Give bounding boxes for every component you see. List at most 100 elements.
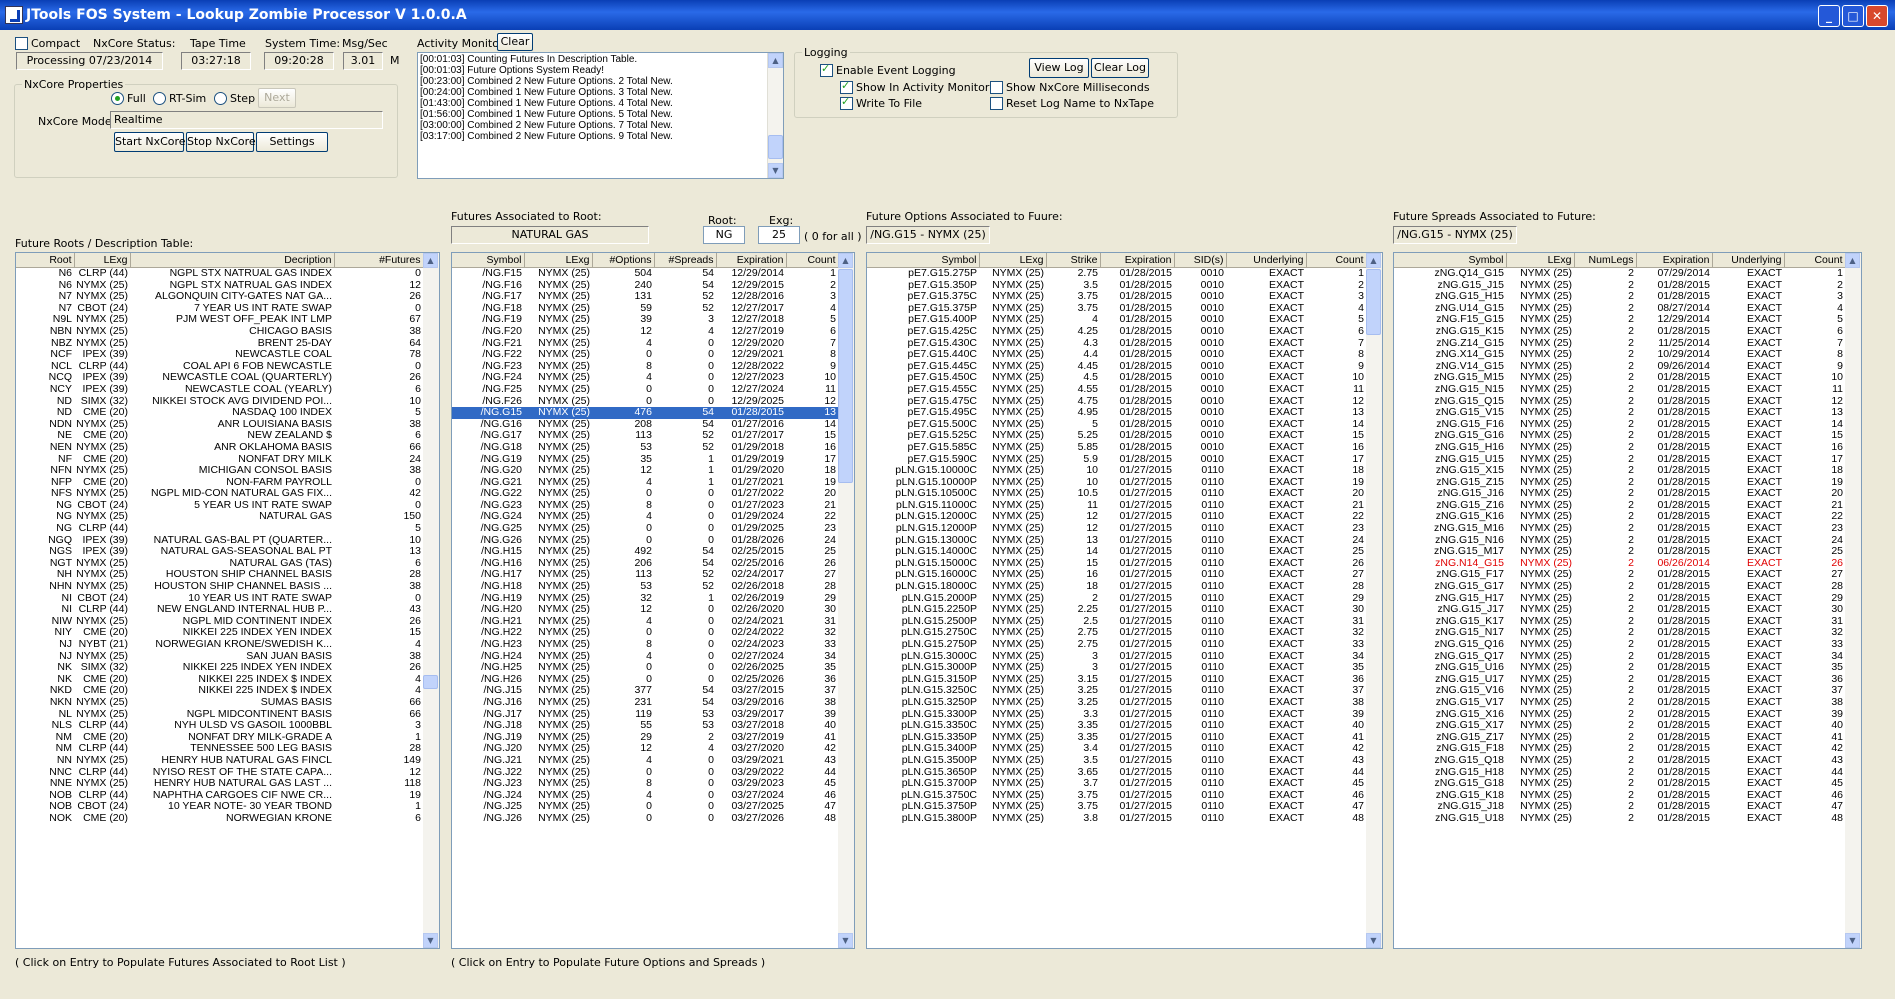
stop-nxcore-button[interactable]: Stop NxCore [186, 132, 256, 152]
table-row[interactable]: zNG.U14_G15 NYMX (25) 2 08/27/2014 EXACT 4 [1394, 303, 1845, 315]
table-row[interactable]: ND SIMX (32) NIKKEI STOCK AVG DIVIDEND POI… [16, 396, 423, 408]
scroll-up-icon[interactable]: ▲ [768, 53, 783, 68]
spreads-column-header[interactable]: Count [1784, 253, 1846, 268]
table-row[interactable]: pLN.G15.3000P NYMX (25) 3 01/27/2015 0110 EXA… [867, 662, 1366, 674]
table-row[interactable]: zNG.G15_U18 NYMX (25) 2 01/28/2015 EXACT 48 [1394, 813, 1845, 825]
table-row[interactable]: NJ NYMX (25) SAN JUAN BASIS 38 [16, 651, 423, 663]
table-row[interactable]: zNG.G15_G16 NYMX (25) 2 01/28/2015 EXACT 15 [1394, 430, 1845, 442]
options-column-header[interactable]: Underlying [1226, 253, 1307, 268]
table-row[interactable]: zNG.G15_G18 NYMX (25) 2 01/28/2015 EXACT 45 [1394, 778, 1845, 790]
table-row[interactable]: /NG.G22 NYMX (25) 0 0 01/27/2022 20 [452, 488, 838, 500]
table-row[interactable]: /NG.F15 NYMX (25) 504 54 12/29/2014 1 [452, 268, 838, 280]
mode-rtsim-radio[interactable] [153, 92, 166, 105]
reset-log-checkbox[interactable] [990, 97, 1003, 110]
table-row[interactable]: NIY CME (20) NIKKEI 225 INDEX YEN INDEX 15 [16, 627, 423, 639]
table-row[interactable]: pLN.G15.10000P NYMX (25) 10 01/27/2015 0110 E… [867, 477, 1366, 489]
spreads-scrollbar[interactable]: ▲ ▼ [1845, 253, 1861, 948]
table-row[interactable]: pLN.G15.3150P NYMX (25) 3.15 01/27/2015 0110… [867, 674, 1366, 686]
table-row[interactable]: /NG.H21 NYMX (25) 4 0 02/24/2021 31 [452, 616, 838, 628]
table-row[interactable]: /NG.G19 NYMX (25) 35 1 01/29/2019 17 [452, 454, 838, 466]
table-row[interactable]: NNC CLRP (44) NYISO REST OF THE STATE CAPA… [16, 767, 423, 779]
table-row[interactable]: /NG.G15 NYMX (25) 476 54 01/28/2015 13 [452, 407, 838, 419]
table-row[interactable]: zNG.G15_Z16 NYMX (25) 2 01/28/2015 EXACT 21 [1394, 500, 1845, 512]
table-row[interactable]: zNG.G15_H16 NYMX (25) 2 01/28/2015 EXACT 16 [1394, 442, 1845, 454]
table-row[interactable]: /NG.G25 NYMX (25) 0 0 01/29/2025 23 [452, 523, 838, 535]
table-row[interactable]: zNG.G15_K16 NYMX (25) 2 01/28/2015 EXACT 22 [1394, 511, 1845, 523]
table-row[interactable]: zNG.G15_V15 NYMX (25) 2 01/28/2015 EXACT 13 [1394, 407, 1845, 419]
scroll-down-icon[interactable]: ▼ [768, 163, 783, 178]
table-row[interactable]: NHN NYMX (25) HOUSTON SHIP CHANNEL BASIS .… [16, 581, 423, 593]
roots-column-header[interactable]: Decription [130, 253, 335, 268]
activity-scrollbar[interactable]: ▲ ▼ [767, 53, 783, 178]
table-row[interactable]: zNG.G15_X17 NYMX (25) 2 01/28/2015 EXACT 40 [1394, 720, 1845, 732]
table-row[interactable]: zNG.G15_U16 NYMX (25) 2 01/28/2015 EXACT 35 [1394, 662, 1845, 674]
table-row[interactable]: pLN.G15.10500C NYMX (25) 10.5 01/27/2015 011… [867, 488, 1366, 500]
scroll-up-icon[interactable]: ▲ [423, 253, 438, 268]
table-row[interactable]: /NG.G21 NYMX (25) 4 1 01/27/2021 19 [452, 477, 838, 489]
table-row[interactable]: pLN.G15.3250P NYMX (25) 3.25 01/27/2015 0110… [867, 697, 1366, 709]
table-row[interactable]: NFP CME (20) NON-FARM PAYROLL 0 [16, 477, 423, 489]
next-button[interactable]: Next [258, 88, 296, 108]
table-row[interactable]: N6 CLRP (44) NGPL STX NATRUAL GAS INDEX 0 [16, 268, 423, 280]
table-row[interactable]: pLN.G15.3350P NYMX (25) 3.35 01/27/2015 0110… [867, 732, 1366, 744]
table-row[interactable]: pE7.G15.450C NYMX (25) 4.5 01/28/2015 0010 EX… [867, 372, 1366, 384]
activity-monitor-list[interactable]: [00:01:03] Counting Futures In Descripti… [417, 52, 784, 179]
table-row[interactable]: zNG.G15_K18 NYMX (25) 2 01/28/2015 EXACT 46 [1394, 790, 1845, 802]
table-row[interactable]: /NG.H25 NYMX (25) 0 0 02/26/2025 35 [452, 662, 838, 674]
write-file-checkbox[interactable] [840, 95, 853, 110]
options-scrollbar[interactable]: ▲ ▼ [1366, 253, 1382, 948]
table-row[interactable]: zNG.G15_Q16 NYMX (25) 2 01/28/2015 EXACT 33 [1394, 639, 1845, 651]
table-row[interactable]: pLN.G15.3000C NYMX (25) 3 01/27/2015 0110 EXA… [867, 651, 1366, 663]
roots-column-header[interactable]: #Futures [334, 253, 424, 268]
table-row[interactable]: pLN.G15.15000C NYMX (25) 15 01/27/2015 0110 E… [867, 558, 1366, 570]
table-row[interactable]: zNG.G15_M15 NYMX (25) 2 01/28/2015 EXACT 10 [1394, 372, 1845, 384]
table-row[interactable]: /NG.F19 NYMX (25) 39 3 12/27/2018 5 [452, 314, 838, 326]
table-row[interactable]: /NG.J26 NYMX (25) 0 0 03/27/2026 48 [452, 813, 838, 825]
view-log-button[interactable]: View Log [1029, 58, 1089, 78]
clear-log-button[interactable]: Clear Log [1091, 58, 1149, 78]
table-row[interactable]: NE CME (20) NEW ZEALAND $ 6 [16, 430, 423, 442]
show-activity-checkbox[interactable] [840, 79, 853, 94]
table-row[interactable]: NIW NYMX (25) NGPL MID CONTINENT INDEX 26 [16, 616, 423, 628]
table-row[interactable]: NOB CBOT (24) 10 YEAR NOTE- 30 YEAR TBOND 1 [16, 801, 423, 813]
minimize-button[interactable]: _ [1818, 5, 1840, 27]
root-input[interactable]: NG [703, 226, 745, 244]
table-row[interactable]: NGS IPEX (39) NATURAL GAS-SEASONAL BAL PT 1… [16, 546, 423, 558]
table-row[interactable]: NF CME (20) NONFAT DRY MILK 24 [16, 454, 423, 466]
table-row[interactable]: pE7.G15.495C NYMX (25) 4.95 01/28/2015 0010 E… [867, 407, 1366, 419]
table-row[interactable]: zNG.G15_J18 NYMX (25) 2 01/28/2015 EXACT 47 [1394, 801, 1845, 813]
table-row[interactable]: pLN.G15.12000C NYMX (25) 12 01/27/2015 0110 E… [867, 511, 1366, 523]
table-row[interactable]: NG CLRP (44) 5 [16, 523, 423, 535]
table-row[interactable]: /NG.G24 NYMX (25) 4 0 01/29/2024 22 [452, 511, 838, 523]
table-row[interactable]: pLN.G15.18000C NYMX (25) 18 01/27/2015 0110 E… [867, 581, 1366, 593]
table-row[interactable]: pE7.G15.400P NYMX (25) 4 01/28/2015 0010 EXAC… [867, 314, 1366, 326]
spreads-column-header[interactable]: Underlying [1712, 253, 1785, 268]
table-row[interactable]: zNG.Z14_G15 NYMX (25) 2 11/25/2014 EXACT 7 [1394, 338, 1845, 350]
table-row[interactable]: /NG.F21 NYMX (25) 4 0 12/29/2020 7 [452, 338, 838, 350]
table-row[interactable]: pLN.G15.14000C NYMX (25) 14 01/27/2015 0110 E… [867, 546, 1366, 558]
table-row[interactable]: pLN.G15.3500P NYMX (25) 3.5 01/27/2015 0110 E… [867, 755, 1366, 767]
table-row[interactable]: pLN.G15.3700P NYMX (25) 3.7 01/27/2015 0110 E… [867, 778, 1366, 790]
table-row[interactable]: zNG.F15_G15 NYMX (25) 2 12/29/2014 EXACT 5 [1394, 314, 1845, 326]
table-row[interactable]: zNG.G15_H17 NYMX (25) 2 01/28/2015 EXACT 29 [1394, 593, 1845, 605]
futures-column-header[interactable]: #Spreads [654, 253, 717, 268]
table-row[interactable]: zNG.G15_H18 NYMX (25) 2 01/28/2015 EXACT 44 [1394, 767, 1845, 779]
table-row[interactable]: /NG.H15 NYMX (25) 492 54 02/25/2015 25 [452, 546, 838, 558]
table-row[interactable]: zNG.G15_K15 NYMX (25) 2 01/28/2015 EXACT 6 [1394, 326, 1845, 338]
table-row[interactable]: pLN.G15.2500P NYMX (25) 2.5 01/27/2015 0110 E… [867, 616, 1366, 628]
table-row[interactable]: /NG.G18 NYMX (25) 53 52 01/29/2018 16 [452, 442, 838, 454]
table-row[interactable]: zNG.G15_Q17 NYMX (25) 2 01/28/2015 EXACT 34 [1394, 651, 1845, 663]
table-row[interactable]: /NG.G23 NYMX (25) 8 0 01/27/2023 21 [452, 500, 838, 512]
table-row[interactable]: zNG.G15_K17 NYMX (25) 2 01/28/2015 EXACT 31 [1394, 616, 1845, 628]
spreads-column-header[interactable]: Symbol [1394, 253, 1507, 268]
scroll-down-icon[interactable]: ▼ [423, 933, 438, 948]
table-row[interactable]: /NG.J25 NYMX (25) 0 0 03/27/2025 47 [452, 801, 838, 813]
futures-column-header[interactable]: Symbol [452, 253, 525, 268]
table-row[interactable]: zNG.G15_F18 NYMX (25) 2 01/28/2015 EXACT 42 [1394, 743, 1845, 755]
table-row[interactable]: /NG.F16 NYMX (25) 240 54 12/29/2015 2 [452, 280, 838, 292]
title-bar[interactable]: JTools FOS System - Lookup Zombie Proces… [0, 0, 1895, 30]
scroll-thumb[interactable] [838, 269, 853, 483]
table-row[interactable]: ND CME (20) NASDAQ 100 INDEX 5 [16, 407, 423, 419]
table-row[interactable]: N7 NYMX (25) ALGONQUIN CITY-GATES NAT GA..… [16, 291, 423, 303]
futures-column-header[interactable]: #Options [592, 253, 655, 268]
